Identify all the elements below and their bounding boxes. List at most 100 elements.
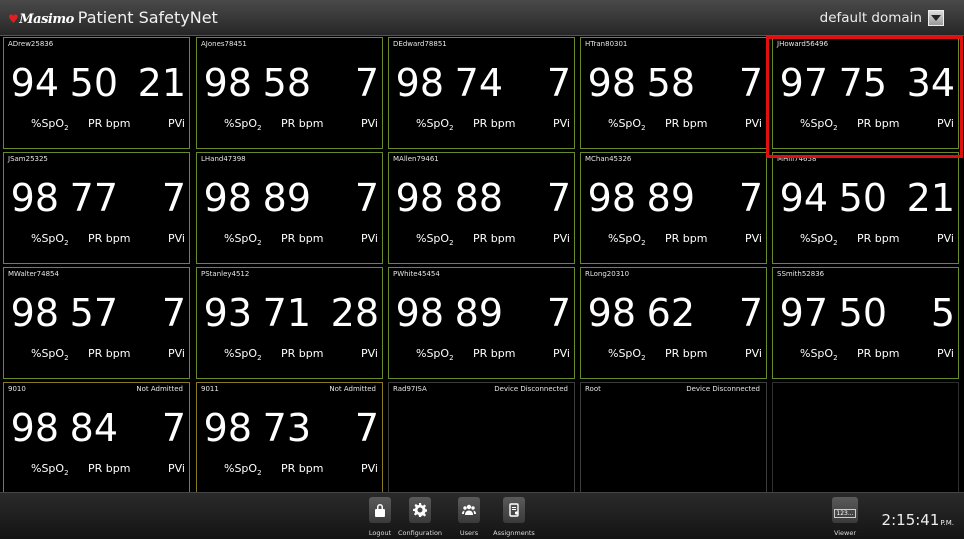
patient-tile[interactable]: SSmith52836 97 50 5 %SpO2 PR bpm PVi — [772, 267, 959, 379]
patient-name: JSam25325 — [8, 155, 48, 163]
spo2-label-text: %SpO — [608, 117, 642, 130]
patient-tile[interactable]: Rad97ISA Device Disconnected — [388, 382, 575, 494]
pvi-label: PVi — [553, 117, 570, 130]
patient-tile[interactable]: MAllen79461 98 88 7 %SpO2 PR bpm PVi — [388, 152, 575, 264]
pvi-label: PVi — [168, 232, 185, 245]
patient-name: PStanley4512 — [201, 270, 250, 278]
pr-value: 62 — [646, 291, 695, 335]
spo2-label-subscript: 2 — [449, 239, 454, 248]
pr-label: PR bpm — [281, 462, 324, 475]
spo2-label-text: %SpO — [31, 462, 65, 475]
spo2-label-subscript: 2 — [449, 354, 454, 363]
patient-tile[interactable]: DEdward78851 98 74 7 %SpO2 PR bpm PVi — [388, 37, 575, 149]
patient-name: SSmith52836 — [777, 270, 825, 278]
spo2-label: %SpO2 — [416, 117, 454, 132]
spo2-label: %SpO2 — [608, 347, 646, 362]
pr-label: PR bpm — [88, 462, 131, 475]
pr-label: PR bpm — [473, 347, 516, 360]
spo2-value: 98 — [395, 291, 444, 335]
configuration-label: Configuration — [397, 529, 443, 537]
pvi-value: 7 — [738, 61, 763, 105]
spo2-value: 98 — [10, 291, 59, 335]
spo2-value: 98 — [587, 61, 636, 105]
viewer-button[interactable]: 123... Viewer — [819, 497, 871, 537]
spo2-label-subscript: 2 — [64, 124, 69, 133]
patient-tile[interactable]: ADrew25836 94 50 21 %SpO2 PR bpm PVi — [3, 37, 190, 149]
patient-tile[interactable]: PWhite45454 98 89 7 %SpO2 PR bpm PVi — [388, 267, 575, 379]
patient-tile[interactable]: Root Device Disconnected — [580, 382, 767, 494]
patient-tile[interactable]: 9011 Not Admitted 98 73 7 %SpO2 PR bpm PVi — [196, 382, 383, 494]
spo2-label-text: %SpO — [416, 232, 450, 245]
pr-label: PR bpm — [281, 347, 324, 360]
spo2-label-text: %SpO — [31, 117, 65, 130]
patient-tile[interactable]: JHoward56496 97 75 34 %SpO2 PR bpm PVi — [772, 37, 959, 149]
bottom-toolbar: Logout Configuration Users Assignments 1… — [0, 492, 964, 539]
top-bar: Masimo Patient SafetyNet default domain — [0, 0, 964, 36]
spo2-label-subscript: 2 — [833, 124, 838, 133]
spo2-label: %SpO2 — [800, 232, 838, 247]
empty-tile — [772, 382, 959, 494]
patient-name: 9011 — [201, 385, 219, 393]
spo2-value: 98 — [203, 406, 252, 450]
pr-label: PR bpm — [857, 232, 900, 245]
clock: 2:15:41P.M. — [882, 511, 954, 529]
spo2-label-subscript: 2 — [833, 239, 838, 248]
patient-tile[interactable]: 9010 Not Admitted 98 84 7 %SpO2 PR bpm PVi — [3, 382, 190, 494]
patient-tile[interactable]: MChan45326 98 89 7 %SpO2 PR bpm PVi — [580, 152, 767, 264]
pr-value: 89 — [454, 291, 503, 335]
patient-tile[interactable]: PStanley4512 93 71 28 %SpO2 PR bpm PVi — [196, 267, 383, 379]
spo2-value: 98 — [203, 61, 252, 105]
spo2-value: 98 — [587, 291, 636, 335]
spo2-label: %SpO2 — [224, 462, 262, 477]
spo2-label-subscript: 2 — [641, 239, 646, 248]
pvi-label: PVi — [745, 347, 762, 360]
pvi-value: 28 — [330, 291, 379, 335]
assignments-button[interactable]: Assignments — [488, 497, 540, 537]
spo2-label-text: %SpO — [800, 347, 834, 360]
patient-tile[interactable]: JSam25325 98 77 7 %SpO2 PR bpm PVi — [3, 152, 190, 264]
pr-value: 77 — [69, 176, 118, 220]
patient-name: JHoward56496 — [777, 40, 829, 48]
pr-value: 50 — [838, 291, 887, 335]
clock-ampm: P.M. — [940, 519, 954, 527]
spo2-label-text: %SpO — [800, 232, 834, 245]
patient-name: AJones78451 — [201, 40, 247, 48]
spo2-label: %SpO2 — [224, 232, 262, 247]
domain-selector[interactable]: default domain — [820, 10, 944, 26]
pvi-value: 7 — [354, 176, 379, 220]
pr-value: 89 — [646, 176, 695, 220]
spo2-label-text: %SpO — [224, 117, 258, 130]
spo2-label-subscript: 2 — [833, 354, 838, 363]
spo2-label: %SpO2 — [31, 232, 69, 247]
patient-tile[interactable]: RLong20310 98 62 7 %SpO2 PR bpm PVi — [580, 267, 767, 379]
patient-grid: ADrew25836 94 50 21 %SpO2 PR bpm PVi AJones7845… — [3, 37, 964, 494]
viewer-label: Viewer — [833, 529, 857, 537]
pvi-label: PVi — [168, 462, 185, 475]
pvi-label: PVi — [168, 117, 185, 130]
spo2-label-text: %SpO — [224, 462, 258, 475]
pvi-value: 7 — [546, 61, 571, 105]
spo2-label-text: %SpO — [608, 347, 642, 360]
pr-label: PR bpm — [857, 347, 900, 360]
configuration-button[interactable]: Configuration — [394, 497, 446, 537]
patient-name: LHand47398 — [201, 155, 246, 163]
spo2-value: 97 — [779, 291, 828, 335]
patient-tile[interactable]: AJones78451 98 58 7 %SpO2 PR bpm PVi — [196, 37, 383, 149]
clock-time: 2:15:41 — [881, 511, 940, 529]
patient-tile[interactable]: MWalter74854 98 57 7 %SpO2 PR bpm PVi — [3, 267, 190, 379]
pr-label: PR bpm — [473, 232, 516, 245]
spo2-label-subscript: 2 — [257, 469, 262, 478]
pr-label: PR bpm — [857, 117, 900, 130]
domain-dropdown-button[interactable] — [928, 10, 944, 26]
spo2-label: %SpO2 — [608, 117, 646, 132]
patient-tile[interactable]: HTran80301 98 58 7 %SpO2 PR bpm PVi — [580, 37, 767, 149]
pr-label: PR bpm — [665, 117, 708, 130]
patient-name: RLong20310 — [585, 270, 630, 278]
patient-tile[interactable]: LHand47398 98 89 7 %SpO2 PR bpm PVi — [196, 152, 383, 264]
spo2-label: %SpO2 — [608, 232, 646, 247]
patient-tile[interactable]: MHill74658 94 50 21 %SpO2 PR bpm PVi — [772, 152, 959, 264]
pvi-value: 7 — [161, 176, 186, 220]
patient-name: 9010 — [8, 385, 26, 393]
spo2-label-subscript: 2 — [257, 124, 262, 133]
pvi-label: PVi — [745, 117, 762, 130]
